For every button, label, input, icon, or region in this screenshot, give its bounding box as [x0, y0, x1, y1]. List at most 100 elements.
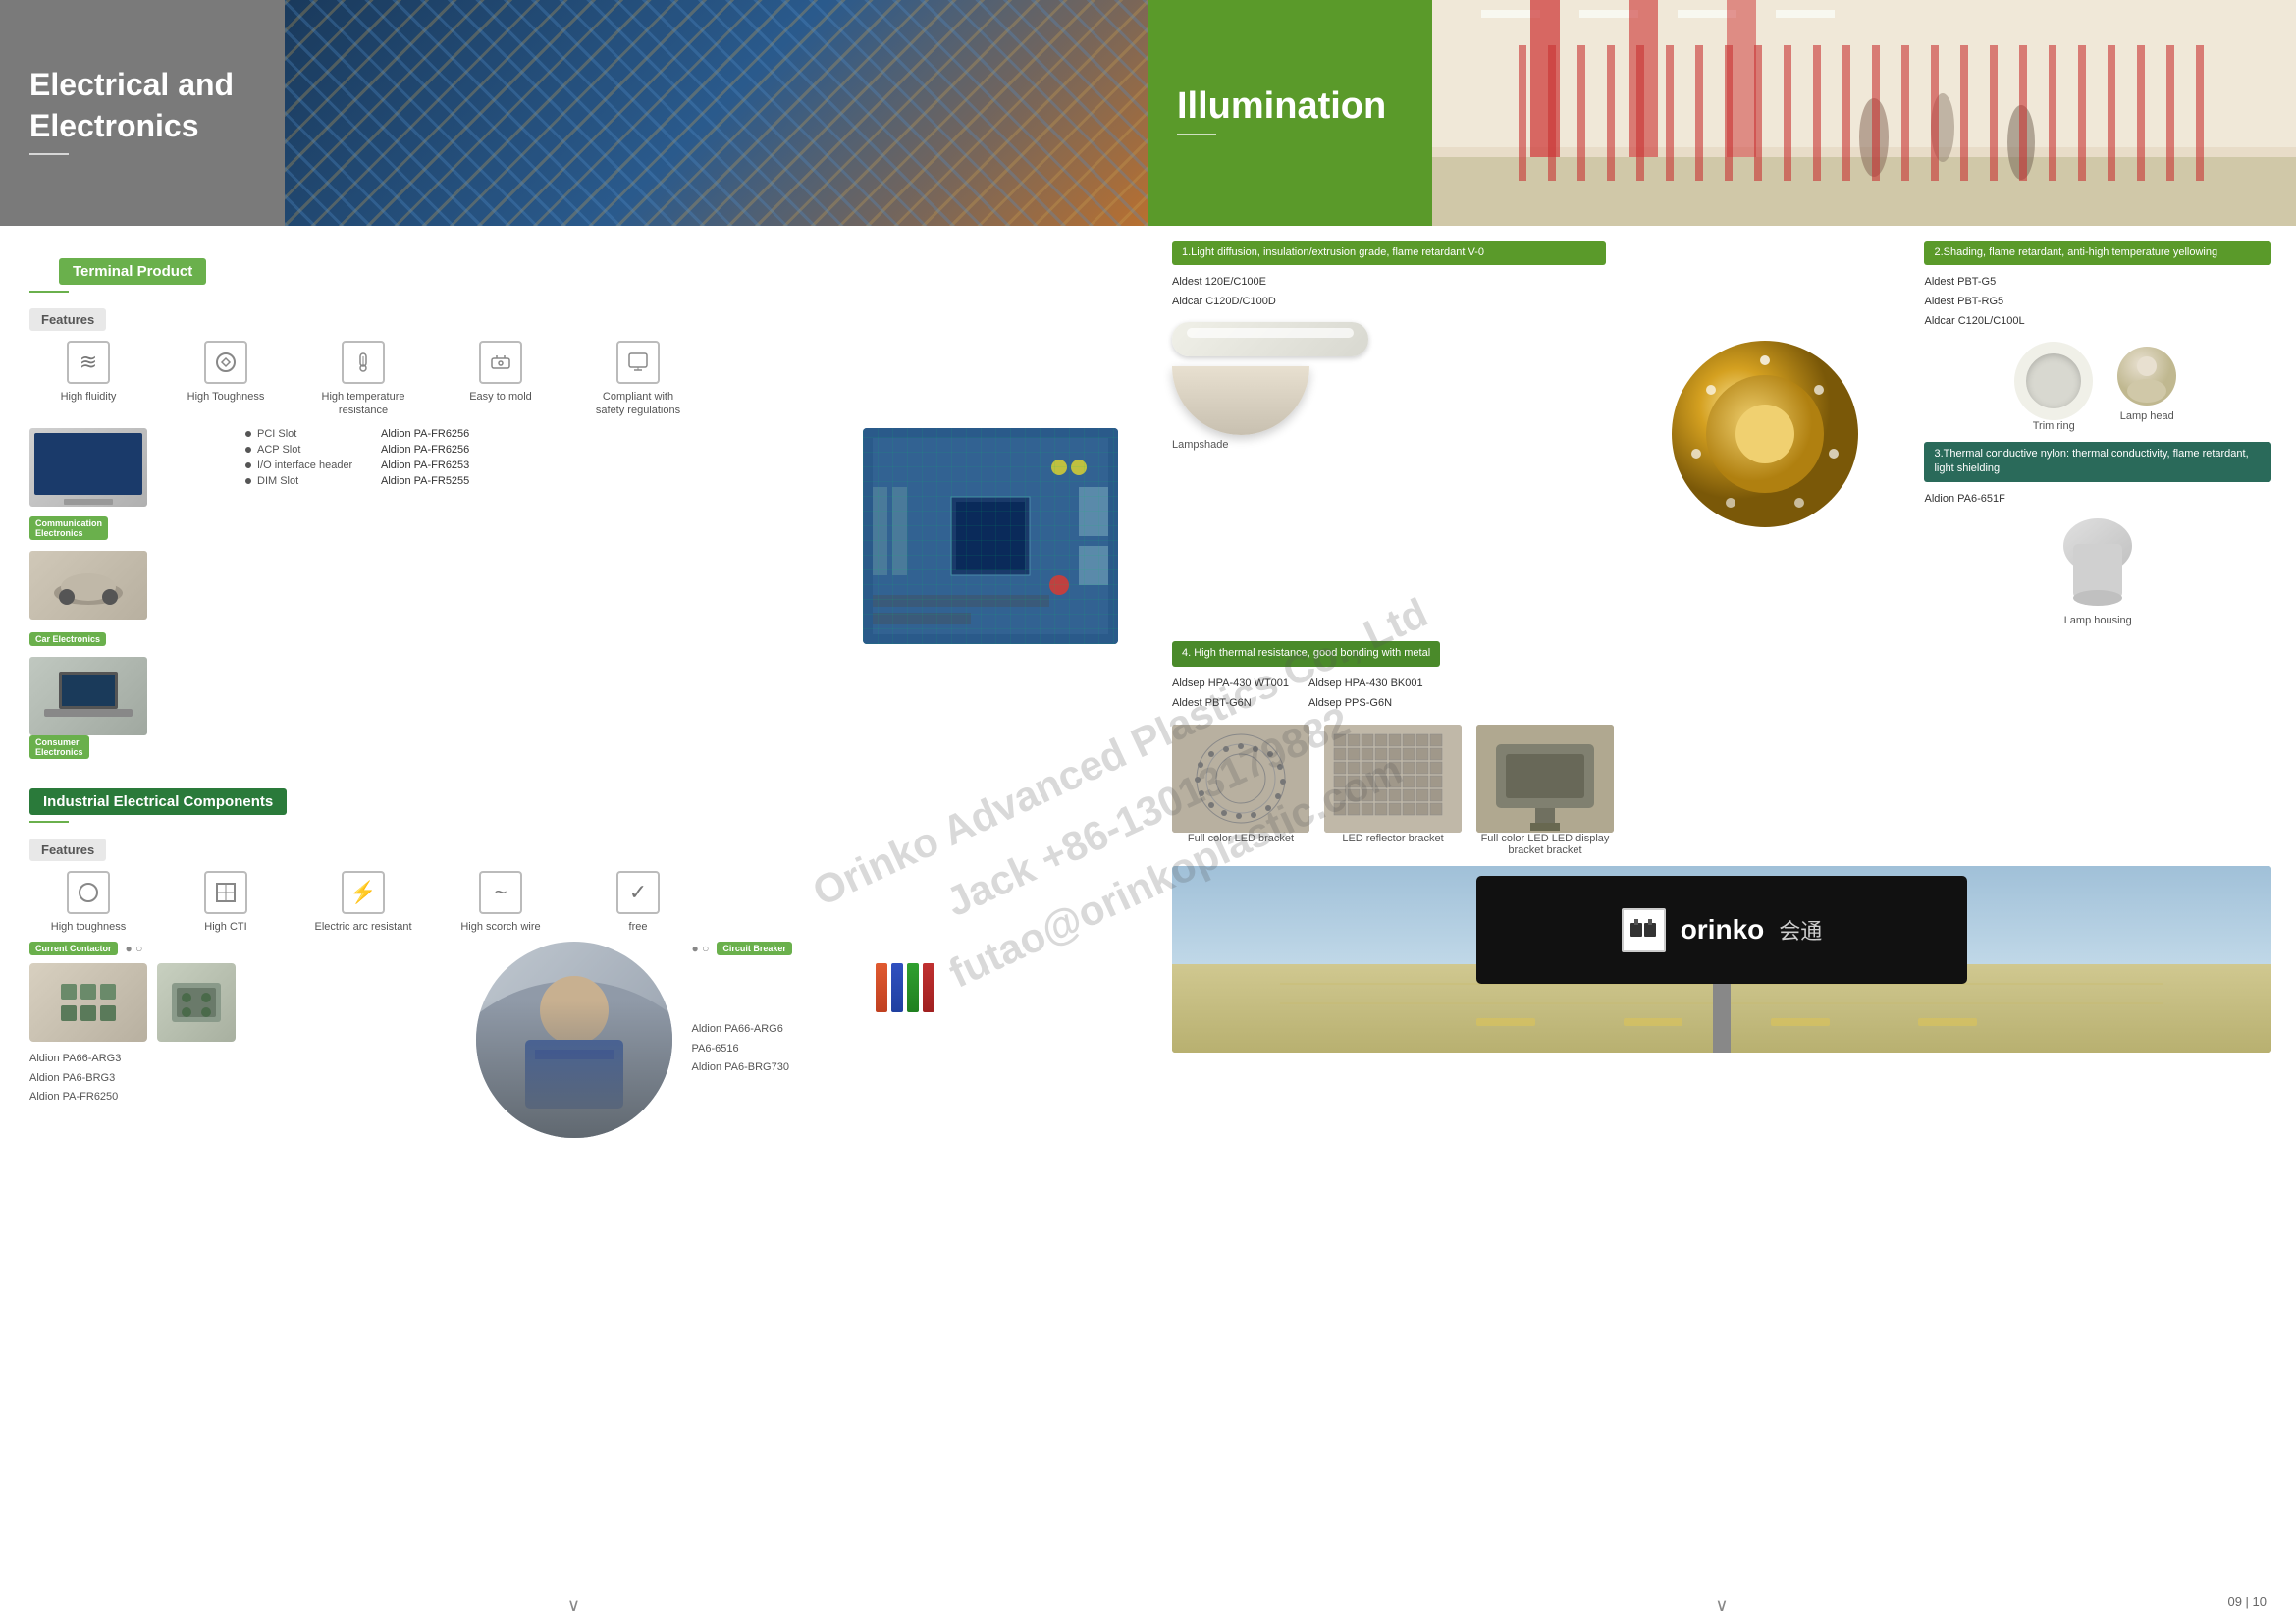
ind-cti-label: High CTI	[204, 920, 246, 934]
circuit-board-area	[863, 428, 1118, 644]
fluidity-label: High fluidity	[61, 390, 117, 404]
breaker-image-area	[692, 963, 1119, 1012]
breaker-part-1: Aldion PA66-ARG6	[692, 1020, 1119, 1040]
section1-items: Aldest 120E/C100E Aldcar C120D/C100D	[1172, 273, 1606, 312]
trim-lamp-images: Trim ring	[1924, 342, 2271, 432]
right-banner-chevron: ∨	[1715, 1596, 1728, 1616]
feature-high-toughness: High Toughness	[177, 341, 275, 404]
features-label: Features	[29, 308, 106, 331]
circuit-breaker-section: ● ○ Circuit Breaker Aldion PA66-ARG6 PA6…	[692, 942, 1119, 1138]
terminal-divider	[29, 291, 69, 293]
section1-label: 1.Light diffusion, insulation/extrusion …	[1172, 241, 1606, 265]
led-brackets-area: Full color LED bracket	[1172, 725, 2271, 856]
led-bracket-2-image	[1324, 725, 1462, 833]
cable-visual	[285, 0, 1148, 226]
industrial-features-section: Features High toughness High CTI ⚡ Elect…	[0, 829, 1148, 934]
logo-box	[1622, 908, 1666, 952]
section4-item-4: Aldsep PPS-G6N	[1308, 694, 1423, 714]
lampshade-image	[1172, 366, 1309, 435]
lamp-tube-area	[1172, 322, 1606, 356]
mold-label: Easy to mold	[469, 390, 532, 404]
fluidity-icon: ≋	[67, 341, 110, 384]
temp-label: High temperature resistance	[314, 390, 412, 418]
technician-area	[476, 942, 672, 1138]
left-page: Electrical and Electronics ∨ Terminal Pr…	[0, 0, 1148, 1624]
ind-arc-icon: ⚡	[342, 871, 385, 914]
page-number: 09 | 10	[2227, 1595, 2267, 1609]
industrial-badge: Industrial Electrical Components	[29, 788, 287, 815]
terminal-features-section: Features ≋ High fluidity High Toughness …	[0, 298, 1148, 418]
breaker-image	[876, 963, 934, 1012]
led-bracket-1-label: Full color LED bracket	[1188, 833, 1294, 844]
industrial-divider	[29, 821, 69, 823]
lamp-tube-image	[1172, 322, 1368, 356]
feature-easy-mold: Easy to mold	[452, 341, 550, 404]
feature-compliant: Compliant with safety regulations	[589, 341, 687, 418]
breaker-bar-3	[907, 963, 919, 1012]
slot-row-io: I/O interface header Aldion PA-FR6253	[245, 460, 843, 471]
illum-section1-area: 1.Light diffusion, insulation/extrusion …	[1172, 241, 1606, 626]
banner-divider	[29, 153, 69, 155]
industrial-features-row: High toughness High CTI ⚡ Electric arc r…	[29, 871, 1118, 934]
section2-items: Aldest PBT-G5 Aldest PBT-RG5 Aldcar C120…	[1924, 273, 2271, 331]
banner-chevron: ∨	[567, 1596, 580, 1616]
toughness-icon	[204, 341, 247, 384]
feature-high-temp: High temperature resistance	[314, 341, 412, 418]
terminal-product-badge: Terminal Product	[59, 258, 206, 285]
lampshade-area: Lampshade	[1172, 366, 1606, 453]
breaker-bar-1	[876, 963, 887, 1012]
breaker-part-2: PA6-6516	[692, 1040, 1119, 1059]
car-image	[29, 551, 147, 620]
lamp-housing-area: Lamp housing	[1924, 516, 2271, 626]
breaker-part-3: Aldion PA6-BRG730	[692, 1058, 1119, 1078]
led-bracket-2-label: LED reflector bracket	[1342, 833, 1443, 844]
lampshade-label: Lampshade	[1172, 439, 1229, 451]
section3-item-1: Aldion PA6-651F	[1924, 490, 2271, 510]
section4-items-col1: Aldsep HPA-430 WT001 Aldest PBT-G6N	[1172, 675, 1289, 714]
section4-items-col2: Aldsep HPA-430 BK001 Aldsep PPS-G6N	[1308, 675, 1423, 714]
illum-section2-area: 2.Shading, flame retardant, anti-high te…	[1924, 241, 2271, 626]
slot-row-dim: DIM Slot Aldion PA-FR5255	[245, 475, 843, 487]
electronics-layout: CommunicationElectronics Car Electronics…	[0, 418, 1148, 776]
section3-area: 3.Thermal conductive nylon: thermal cond…	[1924, 442, 2271, 510]
ind-free-label: free	[629, 920, 648, 934]
lamp-housing-label: Lamp housing	[2064, 615, 2132, 626]
billboard-brand-text: orinko	[1681, 914, 1765, 946]
slot-listings: PCI Slot Aldion PA-FR6256 ACP Slot Aldio…	[245, 428, 843, 491]
current-contactor-section: Current Contactor ● ○	[29, 942, 456, 1138]
slot-row-pci: PCI Slot Aldion PA-FR6256	[245, 428, 843, 440]
lamp-head-item: Lamp head	[2112, 342, 2181, 432]
lamp-head-label: Lamp head	[2120, 410, 2174, 422]
monitor-image	[29, 428, 147, 507]
ind-toughness-label: High toughness	[51, 920, 126, 934]
section2-item-2: Aldest PBT-RG5	[1924, 293, 2271, 312]
trim-ring-label: Trim ring	[2033, 420, 2075, 432]
feature-high-fluidity: ≋ High fluidity	[39, 341, 137, 404]
ind-feature-scorch: ~ High scorch wire	[452, 871, 550, 934]
led-bracket-2-item: LED reflector bracket	[1324, 725, 1462, 856]
connector-image-2	[157, 963, 236, 1042]
section4-item-3: Aldest PBT-G6N	[1172, 694, 1289, 714]
lamp-head-image	[2112, 342, 2181, 410]
right-banner-title: Illumination	[1177, 85, 1386, 128]
ind-feature-cti: High CTI	[177, 871, 275, 934]
circuit-breaker-tag: Circuit Breaker	[717, 942, 792, 955]
temp-icon	[342, 341, 385, 384]
industrial-components-layout: Current Contactor ● ○	[0, 934, 1148, 1146]
trim-ring-image	[2014, 342, 2093, 420]
illum-divider	[1177, 134, 1216, 135]
right-page: Illumination	[1148, 0, 2296, 1624]
gold-product-area	[1621, 241, 1910, 626]
connector-image-1	[29, 963, 147, 1042]
ind-arc-label: Electric arc resistant	[314, 920, 411, 934]
contactor-part-2: Aldion PA6-BRG3	[29, 1069, 456, 1089]
contactor-part-1: Aldion PA66-ARG3	[29, 1050, 456, 1069]
slot-dot-4	[245, 478, 251, 484]
section4-items-row: Aldsep HPA-430 WT001 Aldest PBT-G6N Alds…	[1172, 675, 2271, 714]
terminal-features-row: ≋ High fluidity High Toughness High temp…	[29, 341, 1118, 418]
left-banner: Electrical and Electronics	[0, 0, 1148, 226]
contactor-parts-list: Aldion PA66-ARG3 Aldion PA6-BRG3 Aldion …	[29, 1050, 456, 1108]
mall-visual	[1432, 0, 2296, 226]
slot-dot	[245, 431, 251, 437]
circuit-board-image	[863, 428, 1118, 644]
